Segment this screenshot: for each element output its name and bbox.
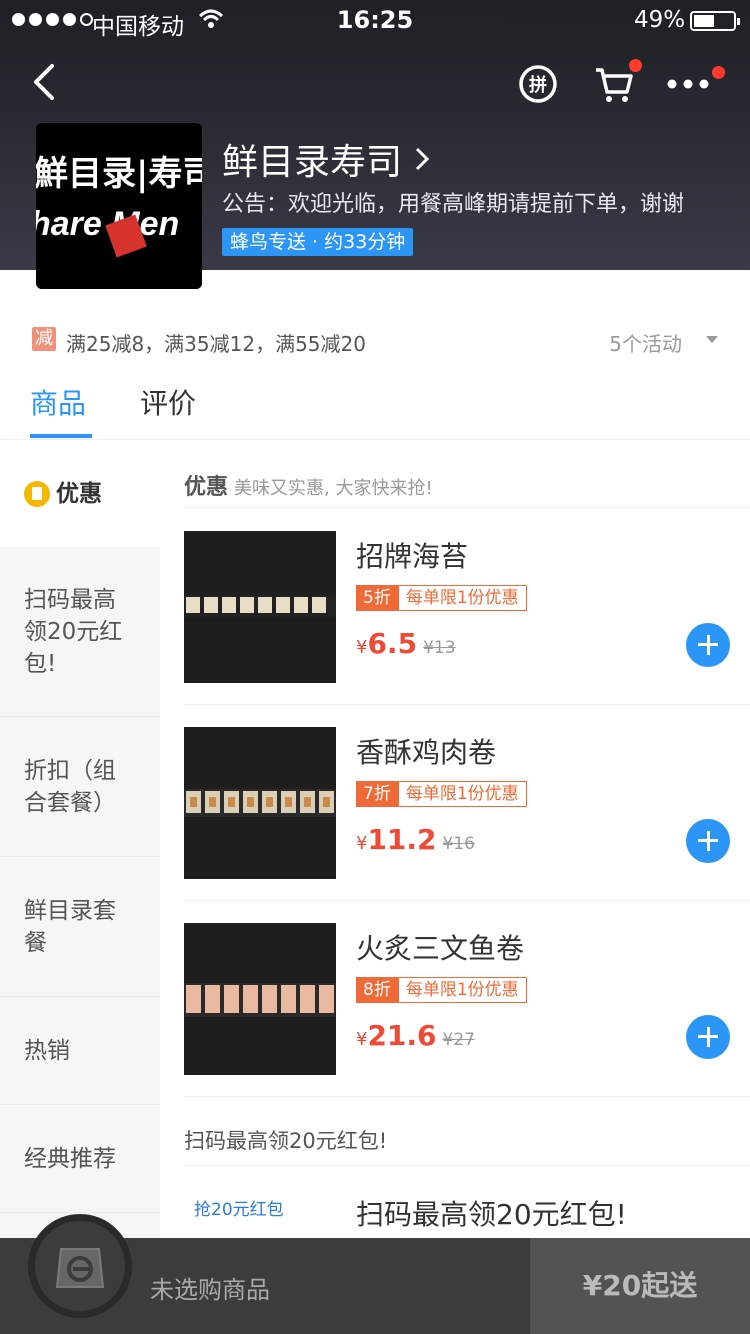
cart-button[interactable] (28, 1214, 132, 1318)
product-name: 火炙三文鱼卷 (356, 932, 525, 965)
active-tab-indicator (30, 434, 92, 438)
svg-text:hare Men: hare Men (36, 205, 179, 243)
tab-products[interactable]: 商品 (30, 382, 86, 422)
sidebar-item-combo[interactable]: 折扣（组合套餐） (0, 717, 160, 857)
product-tags: 7折 每单限1份优惠 (356, 781, 527, 807)
product-tags: 5折 每单限1份优惠 (356, 585, 527, 611)
product-image (184, 923, 336, 1075)
promo-badge: 减 (32, 327, 56, 351)
category-sidebar: 优惠 扫码最高领20元红包! 折扣（组合套餐） 鲜目录套餐 热销 经典推荐 (0, 441, 160, 1241)
original-price: ¥27 (442, 1030, 475, 1050)
delivery-badge: 蜂鸟专送 · 约33分钟 (222, 228, 414, 256)
product-image (184, 727, 336, 879)
product-price: ¥6.5 ¥13 (356, 627, 456, 660)
sidebar-item-label: 优惠 (56, 481, 102, 507)
cart-empty-text: 未选购商品 (150, 1276, 270, 1304)
tab-reviews[interactable]: 评价 (140, 382, 196, 422)
shop-notice: 公告：欢迎光临，用餐高峰期请提前下单，谢谢 (222, 192, 685, 217)
product-item[interactable]: 招牌海苔 5折 每单限1份优惠 ¥6.5 ¥13 (184, 509, 750, 705)
product-name: 香酥鸡肉卷 (356, 736, 497, 769)
svg-text:拼: 拼 (529, 74, 547, 96)
limit-badge: 每单限1份优惠 (397, 781, 527, 807)
original-price: ¥13 (423, 638, 456, 658)
caret-down-icon (706, 336, 718, 343)
battery-icon (690, 11, 740, 31)
section-header-red-packet: 扫码最高领20元红包! (184, 1125, 387, 1155)
discount-badge: 7折 (356, 781, 398, 807)
sidebar-item-label: 扫码最高领20元红包! (24, 586, 123, 677)
product-image (184, 531, 336, 683)
sidebar-item-label: 热销 (24, 1037, 70, 1064)
shop-name-link[interactable]: 鲜目录寿司 (222, 133, 430, 185)
section-title: 扫码最高领20元红包! (184, 1129, 388, 1153)
red-packet-item[interactable]: 抢20元红包 扫码最高领20元红包! (184, 1181, 750, 1241)
section-title: 优惠 (184, 475, 229, 500)
promo-count: 5个活动 (609, 332, 682, 356)
section-subtitle: 美味又实惠, 大家快来抢! (234, 478, 433, 499)
sidebar-item-red-packet[interactable]: 扫码最高领20元红包! (0, 547, 160, 717)
min-order-button[interactable]: ¥20起送 (530, 1238, 750, 1334)
sidebar-item-hot[interactable]: 热销 (0, 997, 160, 1105)
promotion-bar[interactable]: 减 满25减8，满35减12，满55减20 5个活动 (32, 326, 722, 356)
sidebar-item-discount[interactable]: 优惠 (0, 441, 160, 547)
group-order-icon[interactable]: 拼 (516, 62, 560, 106)
cart-bag-icon (55, 1248, 105, 1288)
shop-name: 鲜目录寿司 (222, 142, 403, 183)
sidebar-item-label: 鲜目录套餐 (24, 897, 116, 956)
coupon-icon (24, 481, 50, 507)
product-item[interactable]: 香酥鸡肉卷 7折 每单限1份优惠 ¥11.2 ¥16 (184, 705, 750, 901)
shop-logo: 鮮目录|寿司 hare Men (36, 123, 202, 289)
add-to-cart-button[interactable] (686, 819, 730, 863)
section-header: 优惠 美味又实惠, 大家快来抢! (184, 469, 433, 501)
svg-text:鮮目录|寿司: 鮮目录|寿司 (36, 154, 202, 194)
promo-text: 满25减8，满35减12，满55减20 (66, 332, 366, 356)
sidebar-item-recommended[interactable]: 经典推荐 (0, 1105, 160, 1213)
limit-badge: 每单限1份优惠 (397, 585, 527, 611)
product-tags: 8折 每单限1份优惠 (356, 977, 527, 1003)
sidebar-item-label: 折扣（组合套餐） (24, 757, 116, 816)
sidebar-item-label: 经典推荐 (24, 1145, 116, 1172)
limit-badge: 每单限1份优惠 (397, 977, 527, 1003)
add-to-cart-button[interactable] (686, 1015, 730, 1059)
cart-badge (629, 59, 642, 72)
discount-badge: 8折 (356, 977, 398, 1003)
product-list: 优惠 美味又实惠, 大家快来抢! 招牌海苔 5折 每单限1份优惠 ¥6.5 ¥13 (160, 441, 750, 1241)
more-icon[interactable] (666, 62, 716, 106)
red-packet-title: 扫码最高领20元红包! (356, 1198, 627, 1231)
add-to-cart-button[interactable] (686, 623, 730, 667)
original-price: ¥16 (442, 834, 475, 854)
tab-bar: 商品 评价 (0, 370, 750, 440)
battery-percent: 49% (634, 7, 686, 33)
discount-badge: 5折 (356, 585, 398, 611)
product-item[interactable]: 火炙三文鱼卷 8折 每单限1份优惠 ¥21.6 ¥27 (184, 901, 750, 1097)
product-price: ¥11.2 ¥16 (356, 823, 475, 856)
back-icon[interactable] (28, 60, 68, 104)
chevron-right-icon (415, 147, 430, 171)
product-price: ¥21.6 ¥27 (356, 1019, 475, 1052)
product-name: 招牌海苔 (356, 540, 469, 573)
sidebar-item-set-meal[interactable]: 鲜目录套餐 (0, 857, 160, 997)
status-bar: 中国移动 16:25 49% (0, 0, 750, 40)
more-badge (712, 66, 725, 79)
